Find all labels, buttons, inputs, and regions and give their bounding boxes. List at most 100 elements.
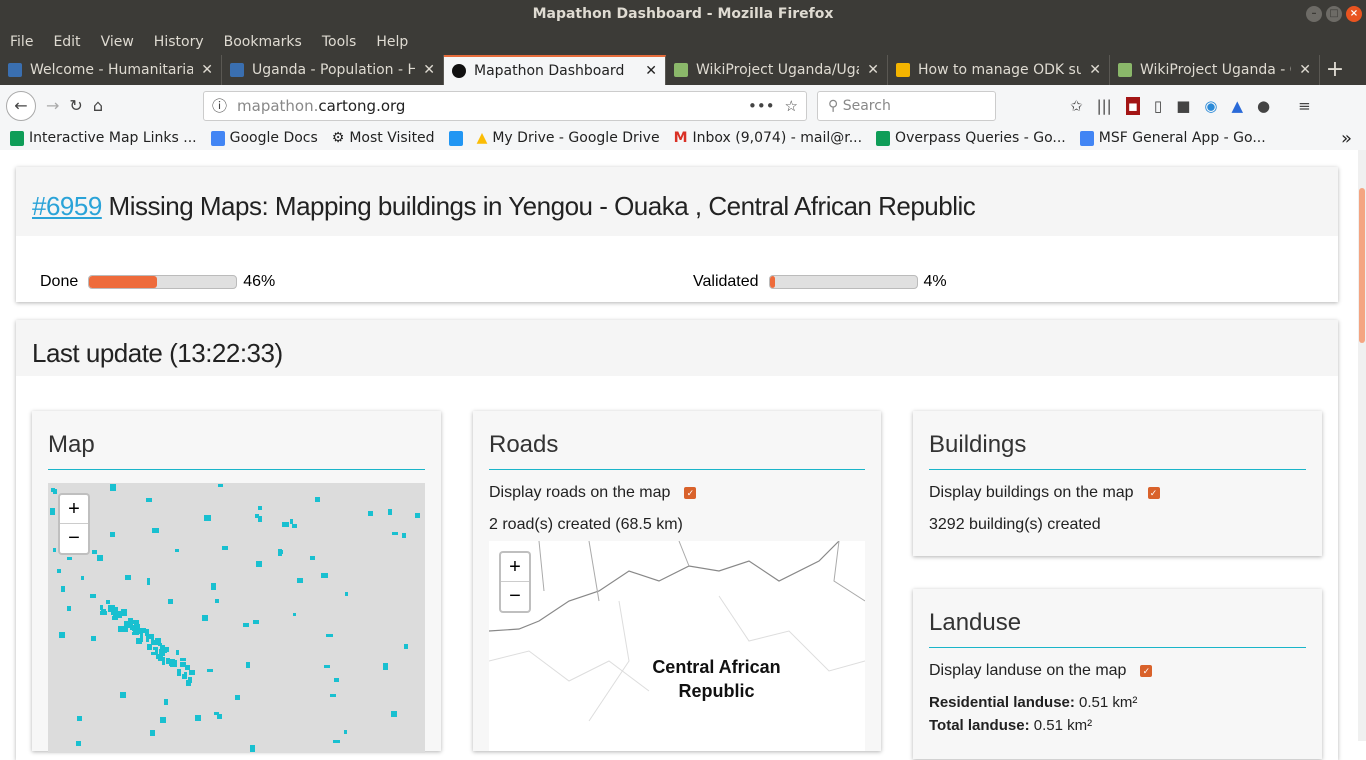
- page-actions-icon[interactable]: •••: [748, 97, 775, 115]
- building-marker: [214, 599, 219, 604]
- display-buildings-checkbox[interactable]: Display buildings on the map ✓: [929, 484, 1306, 502]
- zoom-in-button[interactable]: +: [501, 553, 529, 582]
- url-bar[interactable]: ⓘ mapathon.cartong.org ••• ☆: [203, 90, 807, 121]
- search-input[interactable]: ⚲ Search: [817, 90, 996, 121]
- close-tab-icon[interactable]: ✕: [201, 62, 213, 78]
- close-window-button[interactable]: ×: [1346, 6, 1362, 22]
- display-landuse-checkbox[interactable]: Display landuse on the map ✓: [929, 662, 1306, 680]
- landuse-card: Landuse Display landuse on the map ✓ Resi…: [913, 589, 1322, 759]
- chevron-more-icon[interactable]: »: [1341, 128, 1352, 149]
- account-icon[interactable]: ●: [1257, 97, 1270, 115]
- extension-icon[interactable]: ▪: [1125, 96, 1140, 115]
- building-marker: [159, 649, 165, 656]
- building-marker: [169, 660, 177, 665]
- building-marker: [130, 623, 134, 630]
- building-marker: [388, 508, 392, 515]
- building-marker: [67, 557, 73, 561]
- menu-file[interactable]: File: [10, 34, 33, 50]
- menu-history[interactable]: History: [154, 34, 204, 50]
- menu-tools[interactable]: Tools: [322, 34, 357, 50]
- bookmark-item[interactable]: Google Docs: [210, 130, 318, 146]
- home-button[interactable]: ⌂: [93, 96, 103, 115]
- bookmark-item[interactable]: Interactive Map Links ...: [10, 130, 197, 146]
- menu-bookmarks[interactable]: Bookmarks: [224, 34, 302, 50]
- new-tab-button[interactable]: +: [1320, 55, 1350, 85]
- building-marker: [296, 577, 303, 583]
- building-marker: [403, 644, 409, 649]
- bookmark-item[interactable]: [448, 130, 463, 146]
- close-tab-icon[interactable]: ✕: [645, 63, 657, 79]
- roads-map[interactable]: + − Central African Republic: [489, 541, 865, 751]
- close-tab-icon[interactable]: ✕: [423, 62, 435, 78]
- minimize-button[interactable]: –: [1306, 6, 1322, 22]
- close-tab-icon[interactable]: ✕: [867, 62, 879, 78]
- buildings-map[interactable]: + −: [48, 483, 425, 753]
- checkbox-checked-icon[interactable]: ✓: [684, 487, 697, 499]
- forward-button[interactable]: →: [46, 96, 59, 115]
- extension-icon[interactable]: ■: [1176, 97, 1190, 115]
- building-marker: [100, 605, 104, 610]
- tab-welcome[interactable]: Welcome - Humanitarian ✕: [0, 55, 222, 85]
- tab-uganda-population[interactable]: Uganda - Population - Hu ✕: [222, 55, 444, 85]
- menu-edit[interactable]: Edit: [53, 34, 80, 50]
- checkbox-checked-icon[interactable]: ✓: [1140, 665, 1153, 677]
- close-tab-icon[interactable]: ✕: [1299, 62, 1311, 78]
- bookmark-item[interactable]: ⚙ Most Visited: [332, 130, 435, 146]
- zoom-out-button[interactable]: −: [501, 582, 529, 611]
- tab-mapathon-dashboard[interactable]: Mapathon Dashboard ✕: [444, 55, 666, 85]
- building-marker: [96, 554, 103, 562]
- close-tab-icon[interactable]: ✕: [1089, 62, 1101, 78]
- back-button[interactable]: ←: [6, 90, 36, 121]
- tab-odk[interactable]: How to manage ODK sur ✕: [888, 55, 1110, 85]
- phone-icon: [448, 130, 463, 146]
- roads-card: Roads Display roads on the map ✓ 2 road(s…: [473, 411, 881, 751]
- building-marker: [175, 548, 180, 552]
- checkbox-checked-icon[interactable]: ✓: [1147, 487, 1160, 499]
- library-icon[interactable]: |||: [1097, 97, 1112, 115]
- building-marker: [125, 574, 132, 580]
- display-roads-checkbox[interactable]: Display roads on the map ✓: [489, 484, 865, 502]
- bookmarks-star-icon[interactable]: ✩: [1070, 97, 1083, 115]
- zoom-out-button[interactable]: −: [60, 524, 88, 553]
- maximize-button[interactable]: □: [1326, 6, 1342, 22]
- sheets-icon: [876, 130, 891, 146]
- info-icon[interactable]: ⓘ: [212, 95, 227, 116]
- gear-icon: ⚙: [331, 130, 345, 146]
- scrollbar[interactable]: [1358, 150, 1366, 741]
- extension-icon[interactable]: ▲: [1231, 97, 1243, 115]
- bookmark-item[interactable]: MSF General App - Go...: [1079, 130, 1266, 146]
- building-marker: [75, 740, 82, 747]
- building-marker: [210, 582, 216, 590]
- building-marker: [206, 668, 213, 673]
- building-marker: [158, 642, 162, 647]
- building-marker: [105, 599, 110, 605]
- building-marker: [149, 729, 156, 737]
- building-marker: [289, 519, 294, 524]
- scrollbar-thumb[interactable]: [1359, 188, 1365, 343]
- tab-wikiproject-uganda-2[interactable]: WikiProject Uganda - Op✕: [1110, 55, 1320, 85]
- zoom-in-button[interactable]: +: [60, 495, 88, 524]
- building-marker: [249, 745, 256, 752]
- sidebar-icon[interactable]: ▯: [1154, 97, 1162, 115]
- menu-help[interactable]: Help: [376, 34, 408, 50]
- hamburger-menu-icon[interactable]: ≡: [1298, 97, 1311, 115]
- building-marker: [90, 636, 97, 642]
- tab-wikiproject-uganda[interactable]: WikiProject Uganda/Uga ✕: [666, 55, 888, 85]
- bookmark-star-icon[interactable]: ☆: [785, 97, 798, 115]
- bookmark-item[interactable]: ▲ My Drive - Google Drive: [477, 130, 660, 146]
- project-link[interactable]: #6959: [32, 191, 102, 221]
- reload-button[interactable]: ↻: [69, 96, 82, 115]
- building-marker: [315, 496, 320, 502]
- menu-view[interactable]: View: [101, 34, 134, 50]
- bookmark-item[interactable]: M Inbox (9,074) - mail@r...: [674, 130, 862, 146]
- building-marker: [333, 678, 340, 682]
- building-marker: [324, 664, 330, 669]
- favicon-icon: [1118, 63, 1132, 77]
- bookmark-item[interactable]: Overpass Queries - Go...: [876, 130, 1066, 146]
- building-marker: [147, 633, 153, 639]
- building-marker: [117, 626, 124, 632]
- page-content: #6959 Missing Maps: Mapping buildings in…: [0, 150, 1358, 760]
- extension-icon[interactable]: ◉: [1204, 97, 1217, 115]
- building-marker: [255, 561, 262, 568]
- building-marker: [67, 605, 72, 611]
